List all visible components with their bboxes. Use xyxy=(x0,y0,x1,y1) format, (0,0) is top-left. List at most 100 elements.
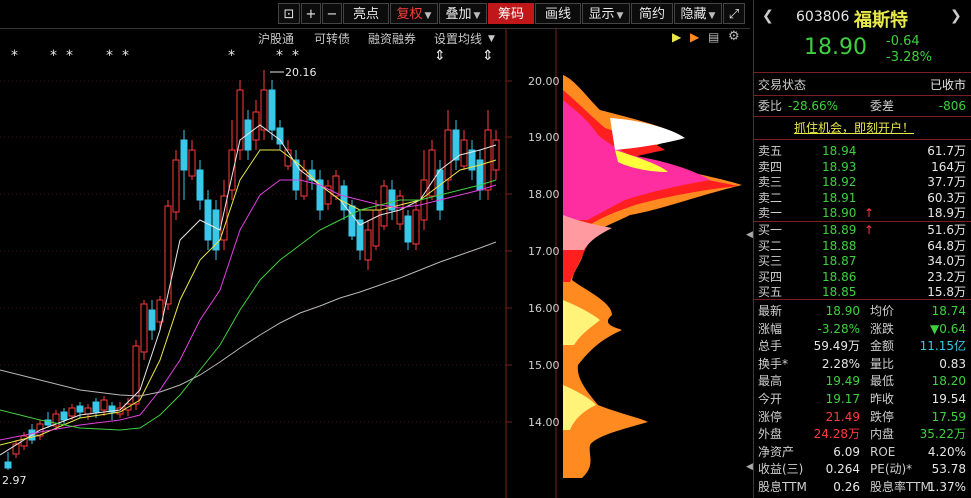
ask-row[interactable]: 卖二 18.91 60.3万 xyxy=(758,190,968,206)
candle-body xyxy=(4,461,12,469)
weibi-label: 委比 xyxy=(758,99,783,113)
overlay-button[interactable]: 叠加 ▼ xyxy=(439,3,487,24)
price-tick-label: 18.00 xyxy=(528,188,560,201)
expand-handle-icon[interactable]: ◀ xyxy=(746,462,753,472)
stat-value: 0.26 xyxy=(833,480,860,494)
open-account-link[interactable]: 抓住机会，即刻开户！ xyxy=(794,120,971,136)
stat-value: 24.28万 xyxy=(813,427,860,442)
stat-row: 总手 59.49万 金额 11.15亿 xyxy=(758,338,968,354)
back-chevron-icon[interactable]: ❮ xyxy=(762,8,774,24)
candle-body xyxy=(276,127,284,145)
candle-body xyxy=(196,169,204,201)
chevron-down-icon: ▼ xyxy=(424,11,432,21)
stock-price: 18.90 xyxy=(804,35,867,60)
stock-change: -0.64 xyxy=(886,34,920,49)
ask-price: 18.93 xyxy=(822,159,857,174)
zoom-out-button[interactable]: − xyxy=(322,3,342,24)
stat-label: 涨跌 xyxy=(870,321,895,336)
bid-row[interactable]: 买二 18.88 64.8万 xyxy=(758,238,968,254)
bid-row[interactable]: 买一 18.89 ↑ 51.6万 xyxy=(758,222,968,238)
stat-label: 收益(三) xyxy=(758,462,804,477)
ask-volume: 60.3万 xyxy=(927,190,966,205)
lock-icon[interactable]: ⊡ xyxy=(278,3,300,24)
stat-value: 35.22万 xyxy=(919,427,966,442)
stat-row: 最高 19.49 最低 18.20 xyxy=(758,373,968,389)
stat-value: 19.49 xyxy=(825,374,860,389)
stat-value: 21.49 xyxy=(825,409,860,424)
stat-value: 0.264 xyxy=(825,462,860,477)
quote-panel: ❮ 603806 福斯特 ❯ 18.90 -0.64 -3.28% 交易状态 已… xyxy=(746,0,971,498)
candle-body xyxy=(140,303,148,353)
stat-label: 换手* xyxy=(758,356,789,371)
bid-volume: 23.2万 xyxy=(927,269,966,284)
chevron-down-icon: ▼ xyxy=(473,11,481,21)
ask-price: 18.92 xyxy=(822,175,857,189)
candle-body xyxy=(84,407,92,415)
stat-value: ▼0.64 xyxy=(930,321,966,336)
chevron-down-icon: ▼ xyxy=(616,11,624,21)
low-label: 2.97 xyxy=(2,474,27,487)
price-tick-label: 20.00 xyxy=(528,75,560,88)
bid-row[interactable]: 买四 18.86 23.2万 xyxy=(758,269,968,285)
bid-level-label: 买四 xyxy=(758,269,783,284)
candle-body xyxy=(340,185,348,211)
bid-row[interactable]: 买五 18.85 15.8万 xyxy=(758,284,968,300)
stat-label: ROE xyxy=(870,444,896,459)
weibi-row: 委比 -28.66% 委差 -806 xyxy=(758,98,968,114)
ask-level-label: 卖五 xyxy=(758,144,783,158)
display-button[interactable]: 显示 ▼ xyxy=(582,3,630,24)
fullscreen-icon[interactable]: ⤢ xyxy=(723,3,745,24)
bid-volume: 51.6万 xyxy=(927,223,966,237)
trade-status-row: 交易状态 已收市 xyxy=(758,77,968,93)
stat-label: 量比 xyxy=(870,356,895,371)
ask-row[interactable]: 卖五 18.94 61.7万 xyxy=(758,143,968,159)
chevron-down-icon: ▼ xyxy=(708,11,716,21)
candle-body xyxy=(204,199,212,241)
forward-chevron-icon[interactable]: ❯ xyxy=(950,8,962,24)
stat-value: 0.83 xyxy=(939,356,966,371)
candle-body xyxy=(404,215,412,243)
weicha-value: -806 xyxy=(938,99,966,113)
collapse-handle-icon[interactable]: ◀ xyxy=(746,230,753,240)
ask-price: 18.94 xyxy=(822,144,857,158)
candle-body xyxy=(60,411,68,421)
price-tick-label: 17.00 xyxy=(528,245,560,258)
chips-button[interactable]: 筹码 xyxy=(488,3,534,24)
candle-body xyxy=(164,205,172,305)
candle-body xyxy=(92,401,100,413)
candle-body xyxy=(348,205,356,237)
stat-value: 19.54 xyxy=(931,392,966,406)
ma-line xyxy=(0,241,497,397)
stat-row: 外盘 24.28万 内盘 35.22万 xyxy=(758,426,968,442)
bid-volume: 64.8万 xyxy=(927,238,966,253)
trade-status-value: 已收市 xyxy=(929,78,966,92)
stock-code: 603806 xyxy=(796,9,850,25)
stat-label: 最低 xyxy=(870,374,895,389)
ask-row[interactable]: 卖三 18.92 37.7万 xyxy=(758,174,968,190)
candle-body xyxy=(444,129,452,181)
stat-label: 最高 xyxy=(758,374,783,389)
bid-price: 18.87 xyxy=(822,254,857,268)
zoom-in-button[interactable]: + xyxy=(301,3,321,24)
candle-body xyxy=(268,89,276,131)
stat-label: 均价 xyxy=(870,304,895,318)
stat-value: 6.09 xyxy=(833,444,860,459)
draw-line-button[interactable]: 画线 xyxy=(535,3,581,24)
weibi-value: -28.66% xyxy=(788,99,839,113)
adjust-button[interactable]: 复权 ▼ xyxy=(390,3,438,24)
stat-value: 4.20% xyxy=(927,444,966,459)
candlestick-chart[interactable]: 20.00 19.00 18.00 17.00 16.00 15.00 14.00 20.1… xyxy=(0,28,752,498)
ask-row[interactable]: 卖一 18.90 ↑ 18.9万 xyxy=(758,205,968,221)
simple-button[interactable]: 简约 xyxy=(631,3,673,24)
ask-volume: 18.9万 xyxy=(927,206,966,220)
up-arrow-icon: ↑ xyxy=(864,206,875,220)
stat-value: 11.15亿 xyxy=(919,339,966,354)
ask-price: 18.91 xyxy=(822,190,857,205)
highlight-button[interactable]: 亮点 xyxy=(343,3,389,24)
bid-row[interactable]: 买三 18.87 34.0万 xyxy=(758,253,968,269)
hide-button[interactable]: 隐藏 ▼ xyxy=(674,3,722,24)
chip-distribution xyxy=(563,75,742,478)
bid-level-label: 买一 xyxy=(758,223,783,237)
ask-row[interactable]: 卖四 18.93 164万 xyxy=(758,159,968,175)
adjust-label: 复权 xyxy=(396,7,423,22)
